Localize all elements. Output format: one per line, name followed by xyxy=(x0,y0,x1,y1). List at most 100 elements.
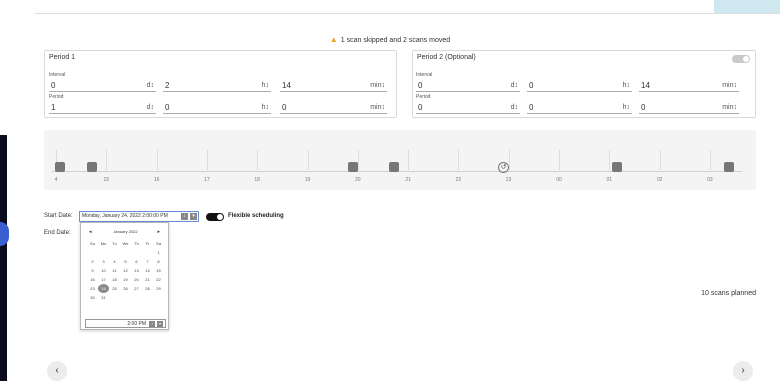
warning-text: 1 scan skipped and 2 scans moved xyxy=(340,37,451,44)
period1-interval-minutes-input[interactable]: 14 min↕ xyxy=(280,80,387,92)
next-button[interactable]: › xyxy=(733,361,753,381)
time-value: 2:00 PM xyxy=(127,321,146,327)
calendar-day[interactable]: 17 xyxy=(98,275,109,284)
calendar-day[interactable]: 12 xyxy=(120,266,131,275)
calendar-day[interactable]: 5 xyxy=(120,257,131,266)
calendar-day[interactable]: 19 xyxy=(120,275,131,284)
next-month-icon[interactable]: ▸ xyxy=(157,229,160,235)
timeline-tick-label: 03 xyxy=(707,177,713,183)
spinner-icon[interactable]: ↕ xyxy=(181,213,188,220)
timeline-tick-label: 15 xyxy=(103,177,110,183)
calendar-day[interactable]: 9 xyxy=(87,266,98,275)
calendar-day[interactable]: 4 xyxy=(109,257,120,266)
weekday-label: Tu xyxy=(112,241,117,246)
calendar-day[interactable]: 20 xyxy=(131,275,142,284)
weekday-row: Su Mo Tu We Th Fr Sa xyxy=(87,239,165,248)
period1-period-label: Period xyxy=(49,94,64,100)
timeline-tick-label: 4 xyxy=(54,177,58,183)
prev-button[interactable]: ‹ xyxy=(47,361,67,381)
warning-triangle-icon: ▲ xyxy=(329,35,338,44)
time-input[interactable]: 2:00 PM ↕ ▾ xyxy=(85,319,166,328)
period1-interval-days-input[interactable]: 0 d↕ xyxy=(49,80,156,92)
calendar-day[interactable]: 13 xyxy=(131,266,142,275)
timeline-tick xyxy=(106,150,108,170)
calendar-day[interactable]: 6 xyxy=(131,257,142,266)
dropdown-arrow-icon[interactable]: ▾ xyxy=(190,213,197,220)
spinner-icon[interactable]: ↕ xyxy=(149,321,155,327)
calendar-grid: Su Mo Tu We Th Fr Sa 1 2 3 4 5 6 7 8 9 10 11 12 13 14 15 16 17 1… xyxy=(87,239,165,302)
period2-toggle[interactable] xyxy=(732,55,750,63)
scan-marker[interactable] xyxy=(389,162,399,172)
period2-interval-days-input[interactable]: 0 d↕ xyxy=(416,80,520,92)
calendar-day[interactable]: 8 xyxy=(153,257,164,266)
calendar-day[interactable]: 28 xyxy=(142,284,153,293)
date-picker-popup: ◂ January 2022 ▸ Su Mo Tu We Th Fr Sa 1 2 3 4 5 6 7 8 9… xyxy=(80,222,169,330)
timeline-tick xyxy=(408,150,410,170)
timeline-tick-label: 21 xyxy=(405,177,411,183)
timeline-tick xyxy=(458,150,460,170)
start-date-input[interactable]: Monday, January 24, 2022 2:00:00 PM ↕ ▾ xyxy=(79,211,199,222)
weekday-label: Th xyxy=(134,241,139,246)
period1-period-days-input[interactable]: 1 d↕ xyxy=(49,102,156,114)
scan-marker[interactable] xyxy=(348,162,358,172)
calendar-day[interactable]: 23 xyxy=(87,284,98,293)
weekday-label: Sa xyxy=(156,241,161,246)
calendar-day[interactable]: 15 xyxy=(153,266,164,275)
weekday-label: Fr xyxy=(145,241,150,246)
calendar-day[interactable]: 7 xyxy=(142,257,153,266)
scan-marker[interactable] xyxy=(55,162,65,172)
period2-title: Period 2 (Optional) xyxy=(417,54,476,61)
calendar-empty xyxy=(120,248,131,257)
period2-interval-label: Interval xyxy=(416,72,433,78)
calendar-week: 9 10 11 12 13 14 15 xyxy=(87,266,165,275)
calendar-day[interactable]: 10 xyxy=(98,266,109,275)
timeline-tick-label: 16 xyxy=(153,177,160,183)
flexible-scheduling-toggle[interactable] xyxy=(206,213,224,221)
timeline-tick-label: 00 xyxy=(556,177,562,183)
calendar-day[interactable]: 21 xyxy=(142,275,153,284)
flexible-scheduling-label: Flexible scheduling xyxy=(228,213,284,219)
period2-period-minutes-input[interactable]: 0 min↕ xyxy=(639,102,739,114)
calendar-day[interactable]: 3 xyxy=(98,257,109,266)
period1-period-hours-input[interactable]: 0 h↕ xyxy=(163,102,271,114)
scan-marker[interactable] xyxy=(724,162,734,172)
timeline-tick-label: 17 xyxy=(204,177,210,183)
period2-period-days-input[interactable]: 0 d↕ xyxy=(416,102,520,114)
calendar-empty xyxy=(142,293,153,302)
calendar-day[interactable]: 27 xyxy=(131,284,142,293)
period1-interval-hours-input[interactable]: 2 h↕ xyxy=(163,80,271,92)
calendar-week: 30 31 xyxy=(87,293,165,302)
calendar-day[interactable]: 31 xyxy=(98,293,109,302)
calendar-day[interactable]: 26 xyxy=(120,284,131,293)
timeline-tick xyxy=(709,150,711,170)
dropdown-arrow-icon[interactable]: ▾ xyxy=(157,321,163,327)
period2-interval-hours-input[interactable]: 0 h↕ xyxy=(527,80,632,92)
calendar-day[interactable]: 22 xyxy=(153,275,164,284)
timeline-tick-label: 01 xyxy=(606,177,613,183)
scan-marker[interactable] xyxy=(87,162,97,172)
calendar-day[interactable]: 30 xyxy=(87,293,98,302)
history-icon[interactable]: ↺ xyxy=(498,162,509,173)
calendar-day[interactable]: 18 xyxy=(109,275,120,284)
calendar-day[interactable]: 24 xyxy=(98,284,109,293)
period2-period-hours-input[interactable]: 0 h↕ xyxy=(527,102,632,114)
chevron-right-icon: › xyxy=(741,365,745,376)
calendar-week: 2345678 xyxy=(87,257,165,266)
timeline-tick xyxy=(156,150,158,170)
scan-marker[interactable] xyxy=(612,162,622,172)
calendar-day[interactable]: 25 xyxy=(109,284,120,293)
start-date-label: Start Date: xyxy=(44,213,73,219)
calendar-empty xyxy=(142,248,153,257)
calendar-day[interactable]: 29 xyxy=(153,284,164,293)
header-divider xyxy=(35,13,780,14)
calendar-empty xyxy=(131,293,142,302)
header-tab[interactable] xyxy=(714,0,780,13)
calendar-day[interactable]: 11 xyxy=(109,266,120,275)
calendar-day[interactable]: 16 xyxy=(87,275,98,284)
calendar-day[interactable]: 2 xyxy=(87,257,98,266)
calendar-day[interactable]: 14 xyxy=(142,266,153,275)
period1-period-minutes-input[interactable]: 0 min↕ xyxy=(280,102,387,114)
weekday-label: We xyxy=(122,241,129,246)
calendar-day[interactable]: 1 xyxy=(153,248,164,257)
period2-interval-minutes-input[interactable]: 14 min↕ xyxy=(639,80,739,92)
